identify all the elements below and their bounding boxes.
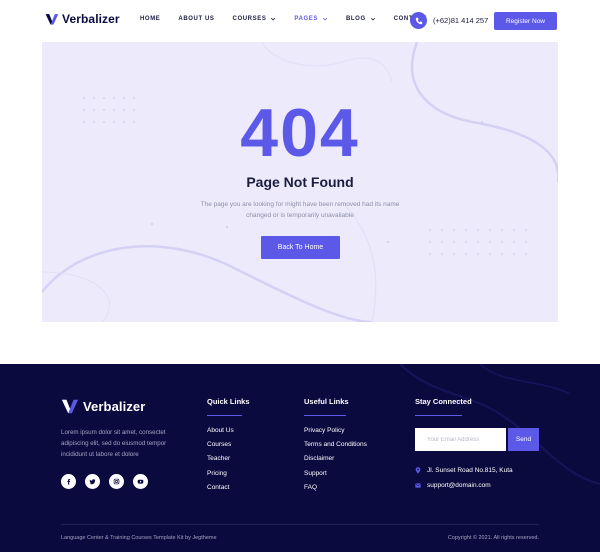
useful-link-support[interactable]: Support (304, 470, 367, 484)
main-nav: HOME ABOUT US COURSES PAGES BLOG CONTACT (140, 16, 445, 22)
phone-icon (410, 12, 427, 29)
footer-divider (61, 524, 539, 525)
instagram-icon[interactable] (109, 474, 124, 489)
quick-link-contact[interactable]: Contact (207, 484, 234, 498)
nav-item-about-us[interactable]: ABOUT US (178, 16, 214, 22)
newsletter-email-input[interactable] (415, 428, 506, 451)
chevron-down-icon (370, 17, 375, 21)
register-now-button[interactable]: Register Now (494, 12, 557, 30)
footer-email[interactable]: support@domain.com (415, 482, 491, 489)
address-text: Jl. Sunset Road No.815, Kuta (427, 467, 513, 474)
facebook-icon[interactable] (61, 474, 76, 489)
footer-address: Jl. Sunset Road No.815, Kuta (415, 467, 513, 474)
mail-icon (415, 483, 421, 488)
useful-link-terms[interactable]: Terms and Conditions (304, 441, 367, 455)
quick-links-title: Quick Links (207, 397, 250, 406)
chevron-down-icon (271, 17, 276, 21)
logo[interactable]: Verbalizer (45, 12, 120, 26)
location-pin-icon (415, 467, 421, 474)
useful-link-privacy-policy[interactable]: Privacy Policy (304, 427, 367, 441)
youtube-icon[interactable] (133, 474, 148, 489)
logo-mark-icon (61, 399, 79, 414)
nav-item-pages[interactable]: PAGES (294, 16, 328, 22)
send-button[interactable]: Send (508, 428, 539, 451)
quick-link-teacher[interactable]: Teacher (207, 455, 234, 469)
quick-link-courses[interactable]: Courses (207, 441, 234, 455)
header-phone[interactable]: (+62)81 414 257 (410, 12, 488, 29)
back-to-home-button[interactable]: Back To Home (261, 236, 340, 259)
dot-grid-right (429, 229, 527, 255)
email-text: support@domain.com (427, 482, 491, 489)
social-links (61, 474, 157, 489)
footer-copyright: Copyright © 2021. All rights reserved. (447, 535, 539, 541)
useful-links-list: Privacy Policy Terms and Conditions Disc… (304, 427, 367, 498)
useful-link-disclaimer[interactable]: Disclaimer (304, 455, 367, 469)
logo-text: Verbalizer (62, 12, 120, 26)
chevron-down-icon (322, 17, 328, 21)
quick-links-list: About Us Courses Teacher Pricing Contact (207, 427, 234, 498)
error-description: The page you are looking for might have … (200, 201, 400, 219)
stay-connected-underline (415, 415, 462, 416)
quick-links-underline (207, 415, 242, 416)
useful-links-title: Useful Links (304, 397, 349, 406)
footer-about-text: Lorem ipsum dolor sit amet, consectet ad… (61, 429, 167, 458)
twitter-icon[interactable] (85, 474, 100, 489)
logo-mark-icon (45, 14, 59, 25)
error-code: 404 (240, 95, 360, 171)
footer-logo-text: Verbalizer (83, 398, 146, 414)
error-hero: 404 Page Not Found The page you are look… (42, 42, 558, 322)
site-footer: Verbalizer Lorem ipsum dolor sit amet, c… (0, 364, 600, 552)
site-header: Verbalizer HOME ABOUT US COURSES PAGES B… (0, 0, 600, 42)
quick-link-about-us[interactable]: About Us (207, 427, 234, 441)
useful-links-underline (304, 415, 346, 416)
footer-credit: Language Center & Training Courses Templ… (61, 535, 217, 541)
error-title: Page Not Found (246, 174, 354, 190)
nav-item-blog[interactable]: BLOG (346, 16, 376, 22)
useful-link-faq[interactable]: FAQ (304, 484, 367, 498)
nav-item-home[interactable]: HOME (140, 16, 160, 22)
stay-connected-title: Stay Connected (415, 397, 472, 406)
quick-link-pricing[interactable]: Pricing (207, 470, 234, 484)
phone-number: (+62)81 414 257 (433, 16, 489, 25)
nav-item-courses[interactable]: COURSES (233, 16, 277, 22)
footer-logo[interactable]: Verbalizer (61, 397, 145, 415)
